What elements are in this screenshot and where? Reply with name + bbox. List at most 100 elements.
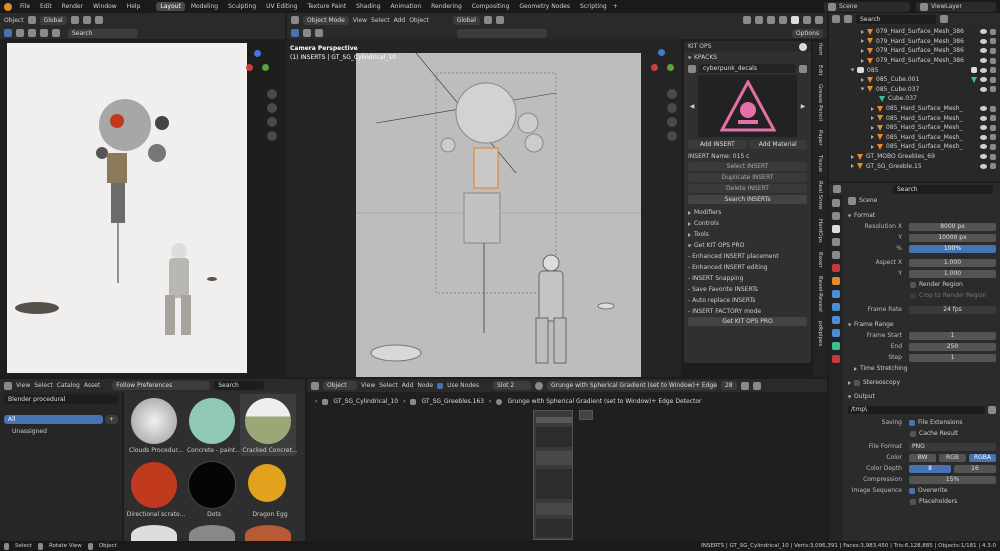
expand-icon[interactable] <box>851 154 854 159</box>
asset-tile[interactable]: Concrete - paint... <box>184 394 241 456</box>
snap-icon[interactable] <box>483 16 492 24</box>
tab-grease-pencil[interactable]: Grease Pencil <box>817 82 823 123</box>
view-layer-tab-icon[interactable] <box>832 238 840 246</box>
properties-search[interactable]: Search <box>893 184 993 194</box>
kpacks-header[interactable]: KPACKS <box>684 52 811 63</box>
camera-icon[interactable] <box>990 86 996 93</box>
fake-user-icon[interactable] <box>740 381 749 390</box>
checkbox-icon[interactable] <box>910 430 916 437</box>
axis-z-icon[interactable] <box>658 49 665 56</box>
outliner-row[interactable]: GT_SG_Greeble.15 <box>829 161 1000 171</box>
overlay-icon[interactable] <box>16 29 24 37</box>
outliner-row[interactable]: 085_Hard_Surface_Mesh_ <box>829 113 1000 123</box>
section-tools[interactable]: Tools <box>684 229 811 240</box>
eye-icon[interactable] <box>980 29 987 35</box>
color-rgb[interactable]: RGB <box>939 453 966 462</box>
asset-tile[interactable]: Clouds Procedur... <box>126 394 183 456</box>
camera-icon[interactable] <box>990 28 996 35</box>
camera-icon[interactable] <box>990 163 996 170</box>
filter-icon[interactable] <box>940 15 948 23</box>
refresh-icon[interactable] <box>799 64 807 73</box>
compression-field[interactable]: 15% <box>909 475 996 484</box>
add-insert-button[interactable]: Add INSERT <box>688 140 747 149</box>
expand-icon[interactable] <box>861 39 864 44</box>
insert-thumbnail[interactable] <box>698 75 797 137</box>
center-viewport[interactable]: Camera Perspective (1) INSERTS | GT_SG_C… <box>287 39 681 377</box>
camera-icon[interactable] <box>990 105 996 112</box>
asset-thumbnail[interactable] <box>131 525 177 541</box>
outliner-row[interactable]: 079_Hard_Surface_Mesh_386 <box>829 46 1000 56</box>
ortho-toggle-icon[interactable] <box>267 131 277 141</box>
collapse-icon[interactable] <box>850 68 855 72</box>
frame-range-header[interactable]: Frame Range <box>844 319 1000 330</box>
section-controls[interactable]: Controls <box>684 218 811 229</box>
move-icon[interactable] <box>315 29 323 37</box>
eye-icon[interactable] <box>980 154 987 160</box>
eye-icon[interactable] <box>980 106 987 112</box>
expand-icon[interactable] <box>861 77 864 82</box>
visibility-icon[interactable] <box>743 16 751 24</box>
checkbox-icon[interactable] <box>910 292 916 299</box>
outliner-row[interactable]: Cube.037 <box>829 94 1000 104</box>
proportional-icon[interactable] <box>94 16 103 24</box>
node-editor-canvas[interactable]: › GT_SG_Cylindrical_10 › GT_SG_Greebles.… <box>307 392 827 541</box>
camera-icon[interactable] <box>990 134 996 141</box>
menu-render[interactable]: Render <box>60 3 85 10</box>
add-catalog-button[interactable]: + <box>104 415 118 424</box>
slot-dropdown[interactable]: Slot 2 <box>492 381 531 390</box>
transform-icon[interactable] <box>27 16 36 24</box>
prev-arrow-icon[interactable]: ◀ <box>688 103 696 110</box>
axis-z-icon[interactable] <box>254 50 261 57</box>
blender-logo-icon[interactable] <box>4 2 12 11</box>
eye-icon[interactable] <box>980 86 987 92</box>
asset-tile[interactable]: Dots <box>184 460 240 522</box>
axis-x-icon[interactable] <box>246 64 253 71</box>
axis-x-icon[interactable] <box>651 64 658 71</box>
camera-icon[interactable] <box>990 47 996 54</box>
checkbox-checked-icon[interactable] <box>437 382 444 389</box>
collapse-icon[interactable] <box>860 87 865 91</box>
help-icon[interactable] <box>799 42 807 51</box>
shading-material-icon[interactable] <box>803 16 811 24</box>
outliner-row[interactable]: 085_Cube.037 <box>829 85 1000 95</box>
render-tab-icon[interactable] <box>832 212 840 220</box>
eye-icon[interactable] <box>980 48 987 54</box>
outliner-row[interactable]: 085 <box>829 65 1000 75</box>
asset-tile[interactable]: Dragon Egg <box>240 460 296 522</box>
scene-tab-icon[interactable] <box>832 251 840 259</box>
checkbox-icon[interactable] <box>971 67 977 74</box>
tab-real-snow[interactable]: Real Snow <box>817 179 823 211</box>
asset-search[interactable]: Search <box>214 381 265 390</box>
follow-preferences-dropdown[interactable]: Follow Preferences <box>112 381 211 390</box>
depth-16[interactable]: 16 <box>954 464 996 473</box>
time-stretching-header[interactable]: Time Stretching <box>844 363 1000 374</box>
eye-icon[interactable] <box>980 115 987 121</box>
color-rgba[interactable]: RGBA <box>969 453 996 462</box>
select-insert-button[interactable]: Select INSERT <box>688 162 807 171</box>
checkbox-icon[interactable] <box>910 281 916 288</box>
outliner-row[interactable]: 085_Hard_Surface_Mesh_ <box>829 123 1000 133</box>
center-orientation[interactable]: Global <box>452 15 480 25</box>
catalog-unassigned[interactable]: Unassigned <box>0 424 122 439</box>
expand-icon[interactable] <box>871 144 874 149</box>
outliner-search[interactable]: Search <box>856 14 936 24</box>
tab-sculpting[interactable]: Sculpting <box>224 2 260 11</box>
material-tab-icon[interactable] <box>832 355 840 363</box>
constraints-tab-icon[interactable] <box>832 329 840 337</box>
checkbox-icon[interactable] <box>854 379 860 386</box>
camera-icon[interactable] <box>990 38 996 45</box>
user-count[interactable]: 28 <box>720 381 737 390</box>
editor-type-icon[interactable] <box>832 15 840 23</box>
search-inserts-button[interactable]: Search INSERTs <box>688 195 807 204</box>
camera-icon[interactable] <box>990 124 996 131</box>
menu-view[interactable]: View <box>16 382 30 389</box>
duplicate-insert-button[interactable]: Duplicate INSERT <box>688 173 807 182</box>
left-orientation[interactable]: Global <box>39 15 67 25</box>
section-get-pro[interactable]: Get KIT OPS PRO <box>684 240 811 251</box>
menu-window[interactable]: Window <box>91 3 119 10</box>
tab-item[interactable]: Item <box>817 41 823 58</box>
world-tab-icon[interactable] <box>832 264 840 272</box>
left-mode[interactable]: Object <box>4 17 24 24</box>
outliner-row[interactable]: 085_Hard_Surface_Mesh_ <box>829 133 1000 143</box>
tab-pdbpipes[interactable]: pdbpipes <box>817 319 823 348</box>
